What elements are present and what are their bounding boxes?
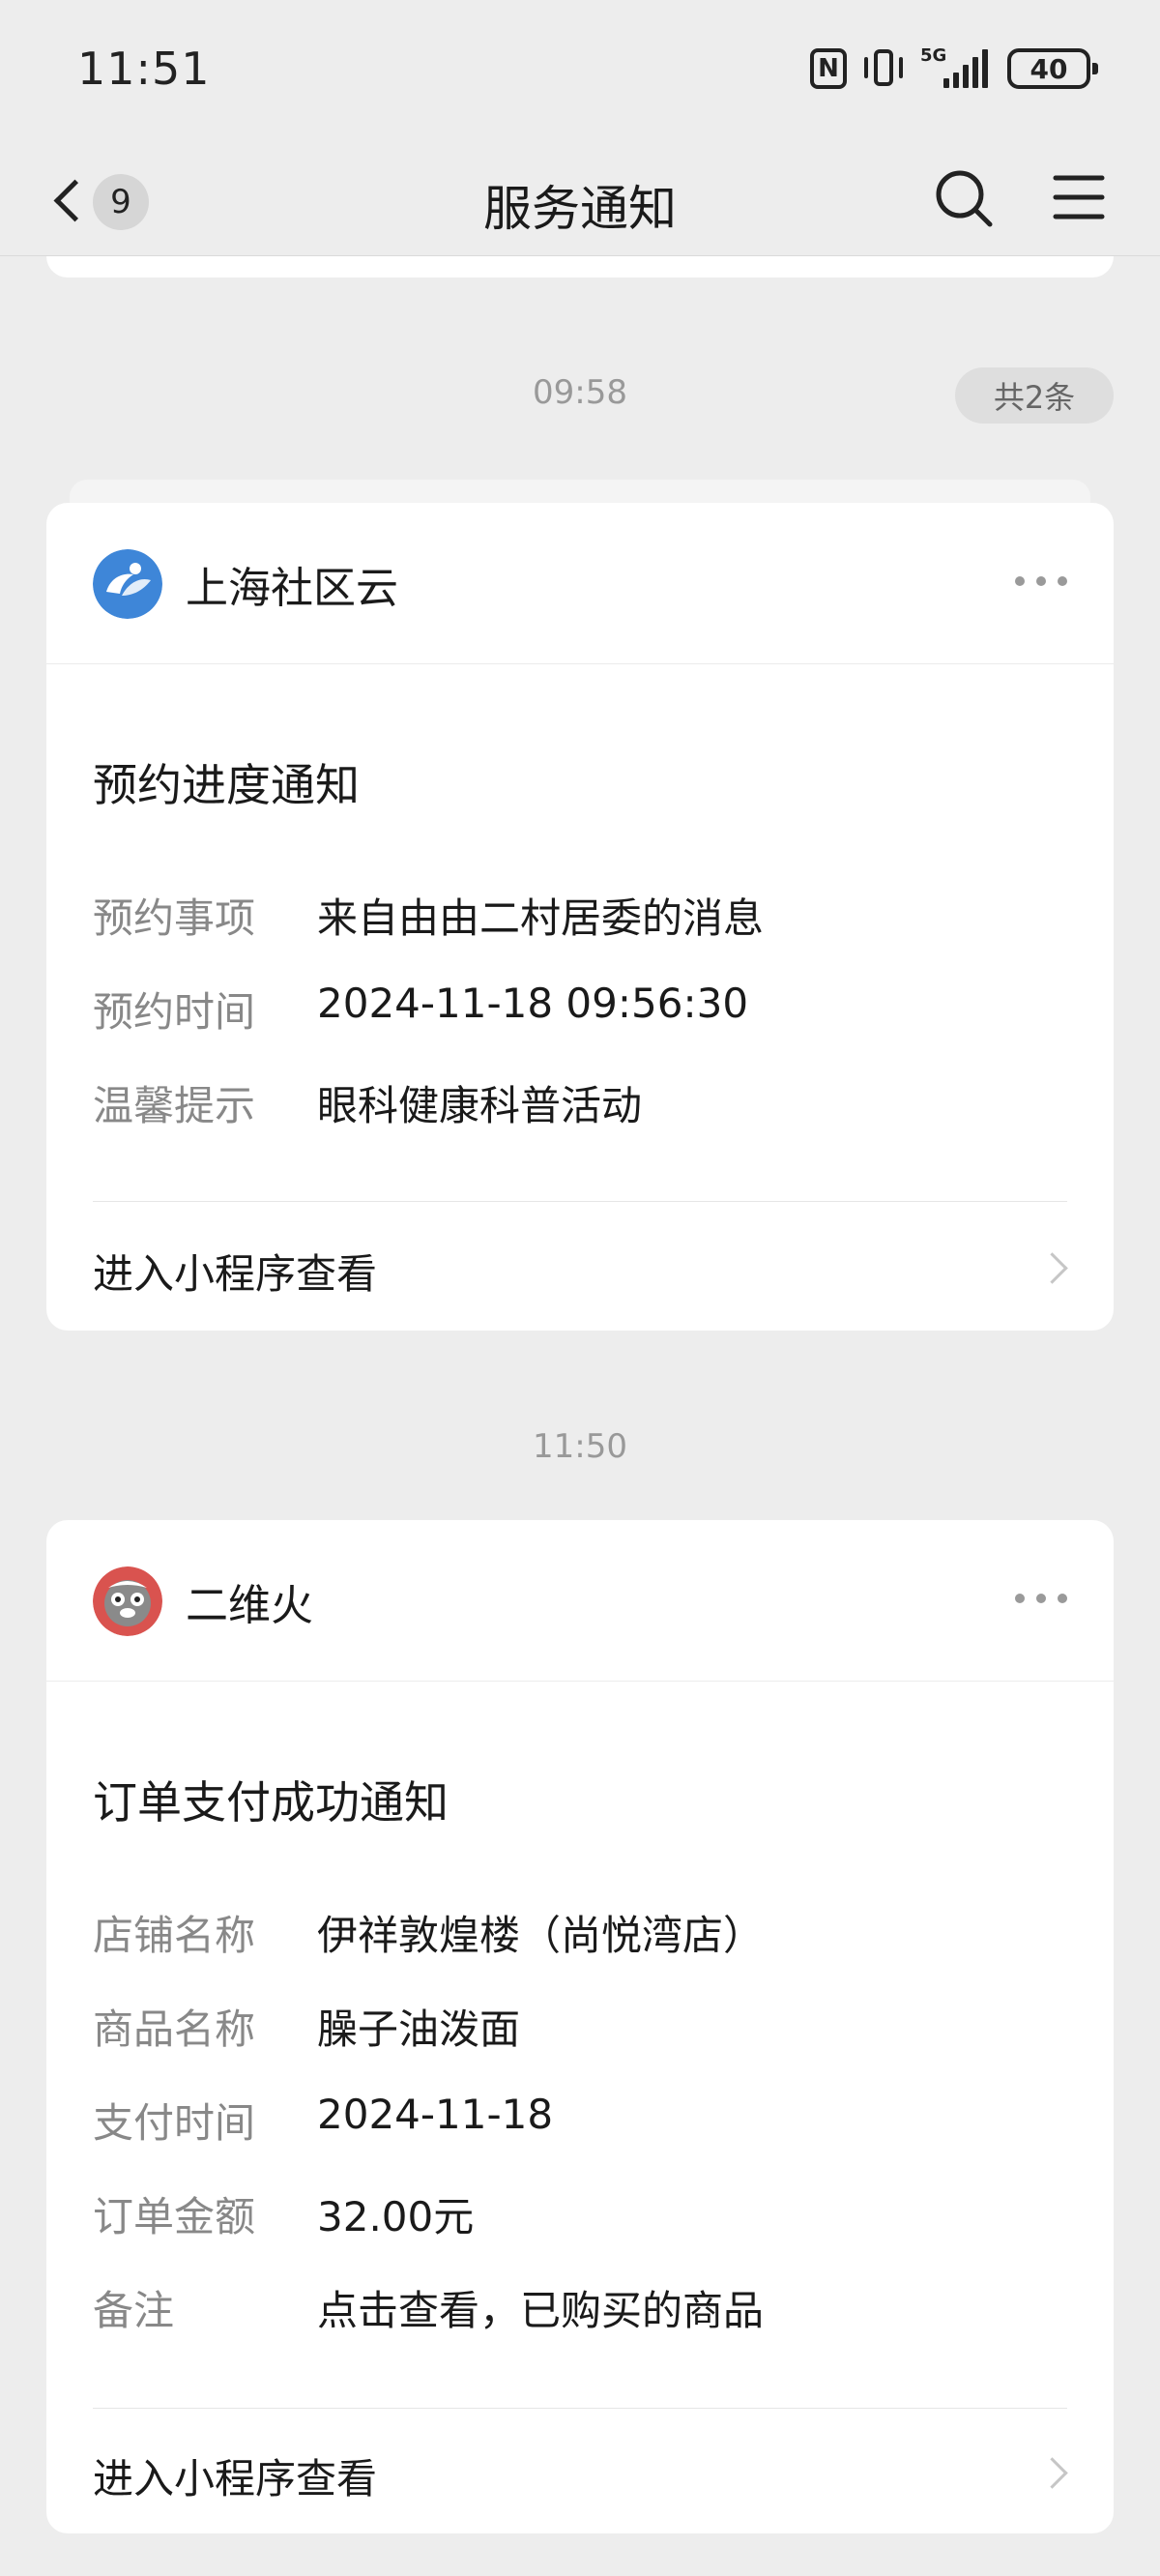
divider [93,2408,1067,2409]
field-value: 伊祥敦煌楼（尚悦湾店） [317,1912,765,1959]
field-row: 预约时间 2024-11-18 09:56:30 [93,980,1069,1038]
erweihuo-logo-icon [93,1566,162,1636]
previous-card-partial[interactable] [46,256,1114,278]
more-dot-icon [1058,576,1067,586]
card-header: 二维火 [46,1520,1114,1682]
more-dot-icon [1036,576,1046,586]
app-avatar[interactable] [93,1566,162,1636]
field-row: 温馨提示 眼科健康科普活动 [93,1073,1069,1131]
signal-icon: 5G [920,47,992,90]
field-label: 支付时间 [93,2099,256,2147]
divider [93,1201,1067,1202]
field-label: 预约时间 [93,988,256,1036]
field-label: 备注 [93,2287,175,2334]
vibrate-icon [862,47,905,90]
battery-icon: 40 [1007,48,1098,89]
field-label: 预约事项 [93,894,256,942]
field-row: 订单金额 32.00元 [93,2184,1069,2242]
group-timestamp: 11:50 [533,1427,627,1466]
more-dot-icon [1015,576,1025,586]
open-miniprogram-link[interactable]: 进入小程序查看 [46,2414,1114,2530]
search-button[interactable] [932,166,998,232]
field-row: 支付时间 2024-11-18 [93,2091,1069,2149]
field-value: 臊子油泼面 [317,2005,521,2053]
more-options-button[interactable] [1015,576,1067,586]
field-label: 店铺名称 [93,1912,256,1959]
app-avatar[interactable] [93,549,162,619]
more-dot-icon [1036,1594,1046,1603]
search-icon [936,170,993,227]
app-name[interactable]: 二维火 [186,1570,313,1632]
status-icons: N 5G 40 [810,44,1098,93]
open-miniprogram-label: 进入小程序查看 [93,1250,378,1298]
notification-card[interactable]: 二维火 订单支付成功通知 店铺名称 伊祥敦煌楼（尚悦湾店） 商品名称 臊子油泼面… [46,1520,1114,2533]
chevron-right-icon [1036,2457,1068,2489]
app-name[interactable]: 上海社区云 [186,553,398,615]
field-value: 32.00元 [317,2193,475,2240]
field-value: 来自由由二村居委的消息 [317,894,765,942]
field-value: 点击查看，已购买的商品 [317,2287,765,2334]
notification-card[interactable]: 上海社区云 预约进度通知 预约事项 来自由由二村居委的消息 预约时间 2024-… [46,503,1114,1331]
field-value: 2024-11-18 09:56:30 [317,980,749,1027]
field-label: 订单金额 [93,2193,256,2240]
field-row: 预约事项 来自由由二村居委的消息 [93,886,1069,944]
more-dot-icon [1058,1594,1067,1603]
status-time: 11:51 [77,43,211,95]
more-dot-icon [1015,1594,1025,1603]
field-row: 商品名称 臊子油泼面 [93,1997,1069,2055]
field-label: 温馨提示 [93,1082,256,1129]
menu-button[interactable] [1052,170,1106,224]
field-row: 备注 点击查看，已购买的商品 [93,2278,1069,2336]
nfc-icon: N [810,48,847,89]
status-bar: 11:51 N 5G 40 [0,0,1160,145]
chevron-right-icon [1036,1252,1068,1284]
nav-bar: 9 服务通知 [0,145,1160,256]
notification-title: 订单支付成功通知 [93,1776,449,1829]
open-miniprogram-label: 进入小程序查看 [93,2455,378,2503]
open-miniprogram-link[interactable]: 进入小程序查看 [46,1209,1114,1325]
more-options-button[interactable] [1015,1594,1067,1603]
card-header: 上海社区云 [46,503,1114,664]
field-row: 店铺名称 伊祥敦煌楼（尚悦湾店） [93,1903,1069,1961]
menu-icon [1053,175,1105,220]
field-value: 眼科健康科普活动 [317,1082,643,1129]
field-label: 商品名称 [93,2005,256,2053]
message-count-pill[interactable]: 共2条 [955,367,1114,424]
field-value: 2024-11-18 [317,2091,554,2138]
battery-level: 40 [1030,52,1068,85]
shanghai-community-cloud-logo-icon [93,549,162,619]
notification-title: 预约进度通知 [93,759,360,811]
